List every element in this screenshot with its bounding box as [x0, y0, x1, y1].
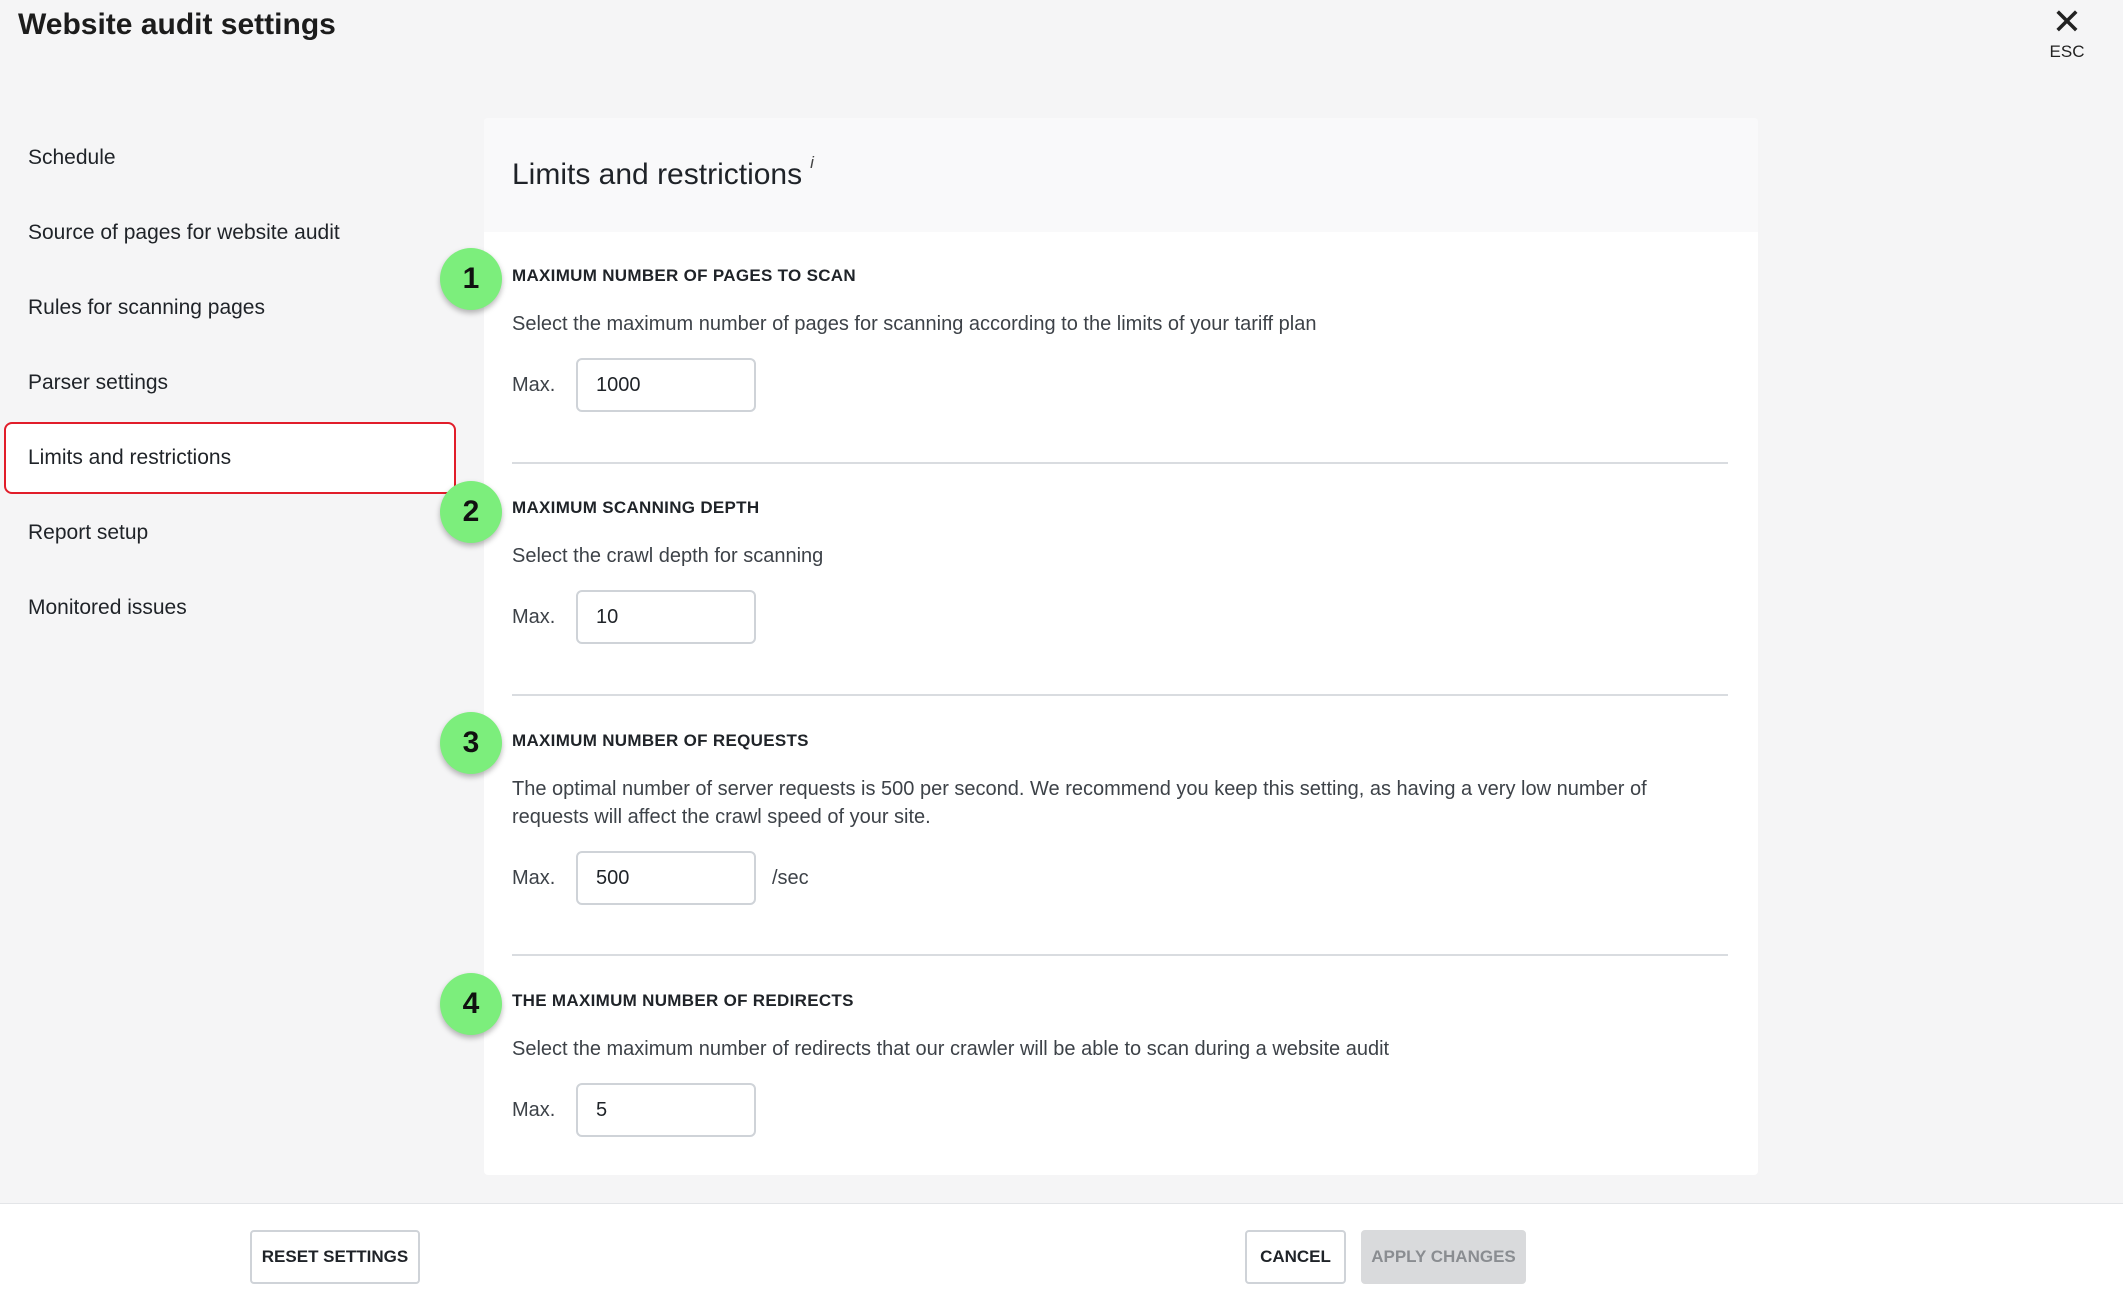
- section-description: Select the crawl depth for scanning: [512, 545, 824, 567]
- sidebar-item-monitored-issues[interactable]: Monitored issues: [4, 572, 456, 644]
- max-redirects-input[interactable]: [576, 1083, 756, 1137]
- apply-changes-button[interactable]: APPLY CHANGES: [1361, 1230, 1526, 1284]
- divider: [512, 954, 1728, 956]
- max-row: Max.: [512, 1083, 1728, 1137]
- reset-settings-button[interactable]: RESET SETTINGS: [250, 1230, 420, 1284]
- sidebar-item-report-setup[interactable]: Report setup: [4, 497, 456, 569]
- sidebar-item-label: Source of pages for website audit: [28, 221, 340, 244]
- step-badge-2: 2: [440, 481, 502, 543]
- sidebar-item-label: Rules for scanning pages: [28, 296, 265, 319]
- max-label: Max.: [512, 1098, 556, 1121]
- section-title: MAXIMUM SCANNING DEPTH: [512, 498, 760, 517]
- sidebar-item-label: Monitored issues: [28, 596, 187, 619]
- section-description: Select the maximum number of redirects t…: [512, 1038, 1390, 1060]
- esc-hint: ESC: [2049, 42, 2085, 61]
- cancel-button[interactable]: CANCEL: [1245, 1230, 1346, 1284]
- max-label: Max.: [512, 866, 556, 889]
- section-title: MAXIMUM NUMBER OF REQUESTS: [512, 731, 809, 750]
- step-badge-4: 4: [440, 973, 502, 1035]
- section-scanning-depth: MAXIMUM SCANNING DEPTH Select the crawl …: [512, 498, 1728, 644]
- max-pages-input[interactable]: [576, 358, 756, 412]
- section-max-requests: MAXIMUM NUMBER OF REQUESTS The optimal n…: [512, 731, 1728, 905]
- sidebar-item-label: Parser settings: [28, 371, 169, 394]
- sidebar-item-schedule[interactable]: Schedule: [4, 122, 456, 194]
- section-description: The optimal number of server requests is…: [512, 778, 1647, 828]
- max-label: Max.: [512, 605, 556, 628]
- max-row: Max.: [512, 358, 1728, 412]
- sidebar-item-limits-and-restrictions[interactable]: Limits and restrictions: [4, 422, 456, 494]
- sidebar-item-label: Schedule: [28, 146, 116, 169]
- page-title: Website audit settings: [18, 8, 336, 41]
- section-title: THE MAXIMUM NUMBER OF REDIRECTS: [512, 991, 854, 1010]
- section-title: MAXIMUM NUMBER OF PAGES TO SCAN: [512, 266, 856, 285]
- section-description: Select the maximum number of pages for s…: [512, 313, 1317, 335]
- sidebar-item-rules-for-scanning[interactable]: Rules for scanning pages: [4, 272, 456, 344]
- max-depth-input[interactable]: [576, 590, 756, 644]
- sidebar-item-parser-settings[interactable]: Parser settings: [4, 347, 456, 419]
- step-badge-3: 3: [440, 712, 502, 774]
- step-badge-1: 1: [440, 248, 502, 310]
- section-max-redirects: THE MAXIMUM NUMBER OF REDIRECTS Select t…: [512, 991, 1728, 1137]
- panel-header: Limits and restrictions i: [484, 118, 1758, 232]
- max-label: Max.: [512, 373, 556, 396]
- panel-title: Limits and restrictions: [512, 158, 803, 191]
- max-row: Max. /sec: [512, 851, 1728, 905]
- settings-sidebar: Schedule Source of pages for website aud…: [4, 122, 456, 647]
- divider: [512, 694, 1728, 696]
- close-button[interactable]: ✕ ESC: [2035, 4, 2099, 64]
- footer-bar: RESET SETTINGS CANCEL APPLY CHANGES: [0, 1203, 2123, 1289]
- max-row: Max.: [512, 590, 1728, 644]
- sidebar-item-source-of-pages[interactable]: Source of pages for website audit: [4, 197, 456, 269]
- max-requests-input[interactable]: [576, 851, 756, 905]
- unit-label: /sec: [772, 866, 809, 889]
- sidebar-item-label: Report setup: [28, 521, 149, 544]
- section-max-pages: MAXIMUM NUMBER OF PAGES TO SCAN Select t…: [512, 266, 1728, 412]
- sidebar-item-label: Limits and restrictions: [28, 446, 232, 469]
- divider: [512, 462, 1728, 464]
- info-icon[interactable]: i: [810, 153, 814, 173]
- close-icon: ✕: [2051, 1, 2083, 42]
- limits-panel: Limits and restrictions i MAXIMUM NUMBER…: [484, 118, 1758, 1175]
